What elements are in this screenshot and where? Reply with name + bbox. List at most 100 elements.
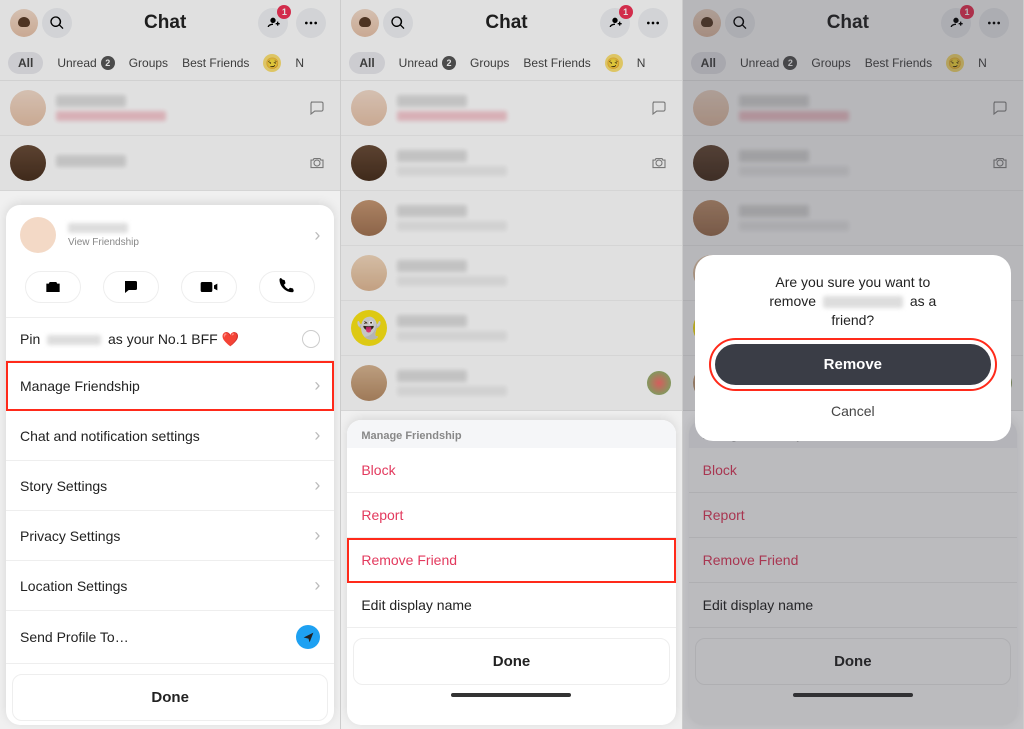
chat-list: [0, 81, 340, 191]
done-button[interactable]: Done: [353, 638, 669, 685]
chat-header: Chat 1: [341, 0, 681, 46]
chat-row[interactable]: [341, 136, 681, 191]
chat-list: 👻: [341, 81, 681, 411]
privacy-settings-row[interactable]: Privacy Settings ›: [6, 511, 334, 561]
manage-friendship-label: Manage Friendship: [20, 378, 140, 394]
chat-icon[interactable]: [646, 95, 672, 121]
profile-avatar[interactable]: [10, 9, 38, 37]
send-profile-label: Send Profile To…: [20, 629, 129, 645]
profile-avatar[interactable]: [351, 9, 379, 37]
add-friend-button[interactable]: 1: [600, 8, 630, 38]
call-button[interactable]: [259, 271, 315, 303]
filters-row: All Unread 2 Groups Best Friends 😏 N: [0, 46, 340, 81]
filter-unread-label: Unread: [57, 56, 96, 70]
phone-screen-1: Chat 1 All Unread 2 Groups Best Friends …: [0, 0, 341, 729]
home-indicator[interactable]: [451, 693, 571, 697]
pin-bff-row[interactable]: Pin as your No.1 BFF ❤️: [6, 318, 334, 361]
camera-icon[interactable]: [646, 150, 672, 176]
filter-best-friends[interactable]: Best Friends: [182, 56, 249, 70]
dialog-name-redacted: [823, 296, 903, 308]
filter-n[interactable]: N: [295, 56, 304, 70]
avatar: [10, 90, 46, 126]
header-title: Chat: [417, 12, 595, 34]
dialog-text: Are you sure you want to remove as a fri…: [715, 273, 991, 330]
camera-icon[interactable]: [304, 150, 330, 176]
chevron-right-icon: ›: [314, 525, 320, 546]
chevron-right-icon: ›: [314, 425, 320, 446]
more-icon: [302, 15, 320, 31]
chevron-right-icon: ›: [314, 375, 320, 396]
location-settings-label: Location Settings: [20, 578, 127, 594]
add-friend-icon: [607, 15, 623, 31]
remove-button[interactable]: Remove: [715, 344, 991, 385]
emoji-icon: 😏: [263, 54, 281, 72]
filter-best-friends[interactable]: Best Friends: [523, 56, 590, 70]
story-settings-label: Story Settings: [20, 478, 107, 494]
phone-icon: [278, 278, 296, 296]
chat-row[interactable]: [341, 191, 681, 246]
filter-n[interactable]: N: [637, 56, 646, 70]
remove-friend-row[interactable]: Remove Friend: [347, 538, 675, 583]
filter-unread[interactable]: Unread2: [399, 56, 456, 70]
phone-screen-2: Chat 1 All Unread2 Groups Best Friends 😏…: [341, 0, 682, 729]
chat-notif-row[interactable]: Chat and notification settings ›: [6, 411, 334, 461]
block-row[interactable]: Block: [347, 448, 675, 493]
pin-name-redacted: [47, 335, 101, 345]
camera-button[interactable]: [25, 271, 81, 303]
header-title: Chat: [76, 12, 254, 34]
chat-icon: [122, 278, 140, 296]
sheet-title: Manage Friendship: [347, 420, 675, 448]
sheet-friend-header[interactable]: View Friendship ›: [6, 205, 334, 265]
chat-button[interactable]: [103, 271, 159, 303]
chat-notif-label: Chat and notification settings: [20, 428, 200, 444]
quick-actions: [6, 265, 334, 318]
cancel-button[interactable]: Cancel: [715, 393, 991, 429]
done-button[interactable]: Done: [12, 674, 328, 721]
report-row[interactable]: Report: [347, 493, 675, 538]
video-button[interactable]: [181, 271, 237, 303]
more-icon: [644, 15, 662, 31]
chevron-right-icon: ›: [314, 575, 320, 596]
friend-options-sheet: View Friendship › Pin as your No.1 BFF ❤…: [6, 205, 334, 725]
add-friend-button[interactable]: 1: [258, 8, 288, 38]
filter-unread[interactable]: Unread 2: [57, 56, 114, 70]
location-settings-row[interactable]: Location Settings ›: [6, 561, 334, 611]
chat-row[interactable]: [341, 356, 681, 411]
story-settings-row[interactable]: Story Settings ›: [6, 461, 334, 511]
chat-row[interactable]: [341, 246, 681, 301]
manage-friendship-row[interactable]: Manage Friendship ›: [6, 361, 334, 411]
filter-all[interactable]: All: [349, 52, 384, 74]
view-friendship: View Friendship: [68, 237, 314, 248]
chevron-right-icon: ›: [314, 225, 320, 246]
filters-row: All Unread2 Groups Best Friends 😏 N: [341, 46, 681, 81]
video-icon: [199, 277, 219, 297]
search-button[interactable]: [42, 8, 72, 38]
filter-groups[interactable]: Groups: [129, 56, 168, 70]
avatar: [10, 145, 46, 181]
filter-all[interactable]: All: [8, 52, 43, 74]
chat-row[interactable]: [341, 81, 681, 136]
search-icon: [390, 15, 406, 31]
send-profile-row[interactable]: Send Profile To…: [6, 611, 334, 664]
edit-name-row[interactable]: Edit display name: [347, 583, 675, 628]
chat-row[interactable]: [0, 81, 340, 136]
filter-groups[interactable]: Groups: [470, 56, 509, 70]
story-ring-icon[interactable]: [647, 371, 671, 395]
more-button[interactable]: [296, 8, 326, 38]
manage-friendship-sheet: Manage Friendship Block Report Remove Fr…: [347, 420, 675, 725]
filter-emoji[interactable]: 😏: [263, 54, 281, 72]
pin-bff-label: Pin as your No.1 BFF ❤️: [20, 331, 239, 348]
filter-emoji[interactable]: 😏: [605, 54, 623, 72]
chat-row[interactable]: [0, 136, 340, 191]
friend-avatar: [20, 217, 56, 253]
send-icon: [296, 625, 320, 649]
pin-radio[interactable]: [302, 330, 320, 348]
confirm-dialog-backdrop[interactable]: Are you sure you want to remove as a fri…: [683, 0, 1023, 729]
chevron-right-icon: ›: [314, 475, 320, 496]
add-friend-badge: 1: [277, 5, 291, 19]
search-button[interactable]: [383, 8, 413, 38]
chat-icon[interactable]: [304, 95, 330, 121]
more-button[interactable]: [638, 8, 668, 38]
chat-row[interactable]: 👻: [341, 301, 681, 356]
phone-screen-3: Chat 1 All Unread2 Groups Best Friends 😏…: [683, 0, 1024, 729]
